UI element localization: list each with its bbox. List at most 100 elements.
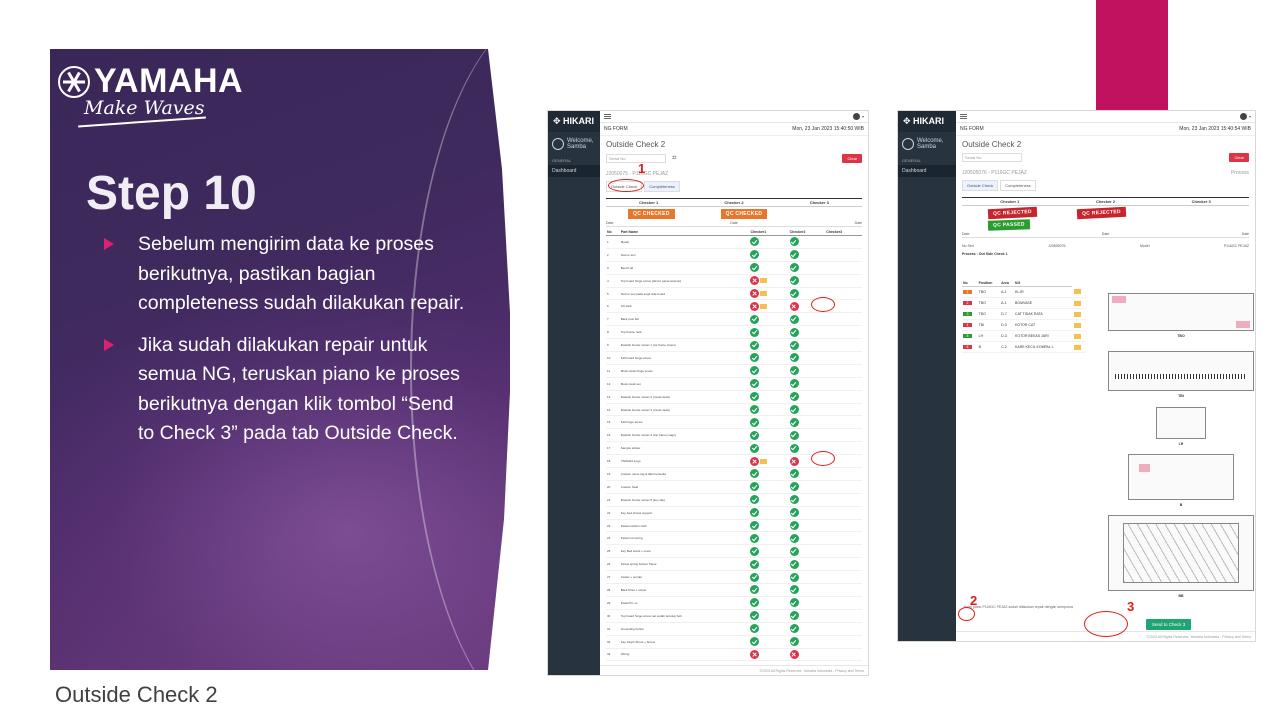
tag-icon[interactable] [760,278,768,284]
date-time: Mon, 23 Jan 2023 15:40:50 WIB [792,126,864,132]
defect-position: B [977,341,1001,353]
row-no: 17 [606,441,620,456]
clear-button[interactable]: Clear [842,153,862,163]
title-panel: YAMAHA Make Waves Step 10 Sebelum mengir… [50,49,510,670]
parts-table: No Part Name Checker1 Checker2 Checker3 … [606,229,862,662]
cross-icon [789,649,799,659]
sidebar-user: Welcome, Samba [898,132,956,156]
tag-icon[interactable] [1073,311,1081,317]
row-checker2 [788,467,826,481]
tag-icon[interactable] [760,291,768,296]
row-checker1 [749,248,789,262]
row-checker1 [749,454,789,469]
defect-position: TBI [977,319,1001,331]
defect-row: 4 TBI D-3 KOTOR CAT [962,319,1086,331]
row-no: 18 [606,454,620,469]
tag-icon[interactable] [760,458,768,464]
menu-icon[interactable] [604,114,611,119]
defect-body: 1 TBO A-1 KLJR 2 TBO A-1 BOMVASE 3 TBO D-7 CAT TIDA… [962,286,1086,353]
send-to-check3-button[interactable]: Send to Check 3 [1146,619,1192,630]
tag-icon[interactable] [1073,333,1081,339]
row-checker1 [749,364,789,378]
row-checker2 [788,390,826,404]
row-checker3 [825,493,862,507]
row-no: 33 [606,648,620,662]
row-part-name: Top Frame rack [619,325,750,340]
row-checker2 [788,622,826,636]
tab-outside-check[interactable]: Outside Check [962,180,999,191]
tab-completeness[interactable]: Completeness [1000,180,1036,191]
serial-input[interactable]: Serial No [962,153,1022,162]
tag-icon[interactable] [1073,344,1081,350]
table-row: 25 Key Bed stand + cover [606,544,862,559]
sidebar: ✥ HIKARI Welcome, Samba GENERAL Dashboar… [898,111,956,641]
scan-icon[interactable]: ⌗ [672,153,677,163]
row-part-name: Rodotin bunter center 5 (key slip) [619,493,750,507]
row-no: 1 [606,235,620,249]
defect-ng: KOTOR BEKAS JARI [1014,330,1072,342]
defect-tag[interactable] [1071,330,1086,342]
row-checker1 [749,544,789,559]
check-icon [750,637,760,647]
row-no: 14 [606,403,620,417]
sidebar-item-dashboard[interactable]: Dashboard [548,165,600,177]
diagram-tbi [1108,351,1254,391]
user-menu[interactable]: ▾ [1239,113,1251,120]
checker-header: Checker 1 Checker 2 Checker 3 [962,197,1249,206]
clear-button[interactable]: Clear [1229,153,1249,162]
row-checker3 [825,519,862,533]
defect-tag[interactable] [1071,341,1086,353]
row-part-name: Model [619,235,750,249]
table-row: 15 Fall hinge screw [606,415,862,430]
defect-row: 5 LH D-3 KOTOR BEKAS JARI [962,330,1086,342]
row-no: 24 [606,531,620,546]
cross-icon [789,301,799,311]
table-row: 12 Music desk set [606,377,862,391]
check-icon [789,508,799,518]
check-icon [789,559,799,569]
row-checker3 [825,351,862,365]
user-menu[interactable]: ▾ [852,113,864,120]
check-icon [789,546,799,556]
row-checker1 [749,274,789,288]
tab-completeness[interactable]: Completeness [644,181,680,192]
diagram-label: LH [1178,442,1184,446]
tag-icon[interactable] [1073,322,1081,328]
tag-icon[interactable] [1073,300,1081,306]
check-icon [750,508,760,518]
row-no: 32 [606,635,620,649]
row-checker2 [788,648,826,662]
cross-icon [750,649,760,659]
check-icon [789,276,799,286]
defect-tag[interactable] [1071,286,1086,298]
row-checker2 [788,415,826,430]
row-checker2 [788,248,826,262]
check-icon [750,263,760,273]
defect-tag[interactable] [1071,308,1086,320]
row-checker3 [825,467,862,481]
serial-row: Serial No Clear [956,151,1255,164]
table-row: 24 Pedal rod spring [606,531,862,546]
checker-1-label: Checker 1 [1000,199,1020,204]
row-checker2 [788,428,826,443]
row-checker1 [749,325,789,340]
check-icon [789,405,799,415]
defect-position: TBO [977,308,1001,320]
menu-icon[interactable] [960,114,967,119]
defect-ng: KOTOR CAT [1014,319,1072,331]
row-no: 25 [606,544,620,559]
defect-tag[interactable] [1071,297,1086,309]
defect-ng: BOMVASE [1014,297,1072,309]
row-part-name: Top board hinge screw nat sudah tertutup… [619,609,750,623]
row-no: 13 [606,390,620,404]
serial-input[interactable]: Serial No [606,153,666,163]
defect-no: 1 [962,286,978,298]
tag-icon[interactable] [1073,289,1081,295]
diagram-bb [1108,515,1254,591]
defect-tag[interactable] [1071,319,1086,331]
check-icon [789,533,799,543]
diagram-tbo [1108,293,1254,331]
sidebar-item-dashboard[interactable]: Dashboard [898,165,956,177]
tag-icon[interactable] [760,303,768,309]
table-row: 19 Custom name tag & label tersedia [606,467,862,481]
